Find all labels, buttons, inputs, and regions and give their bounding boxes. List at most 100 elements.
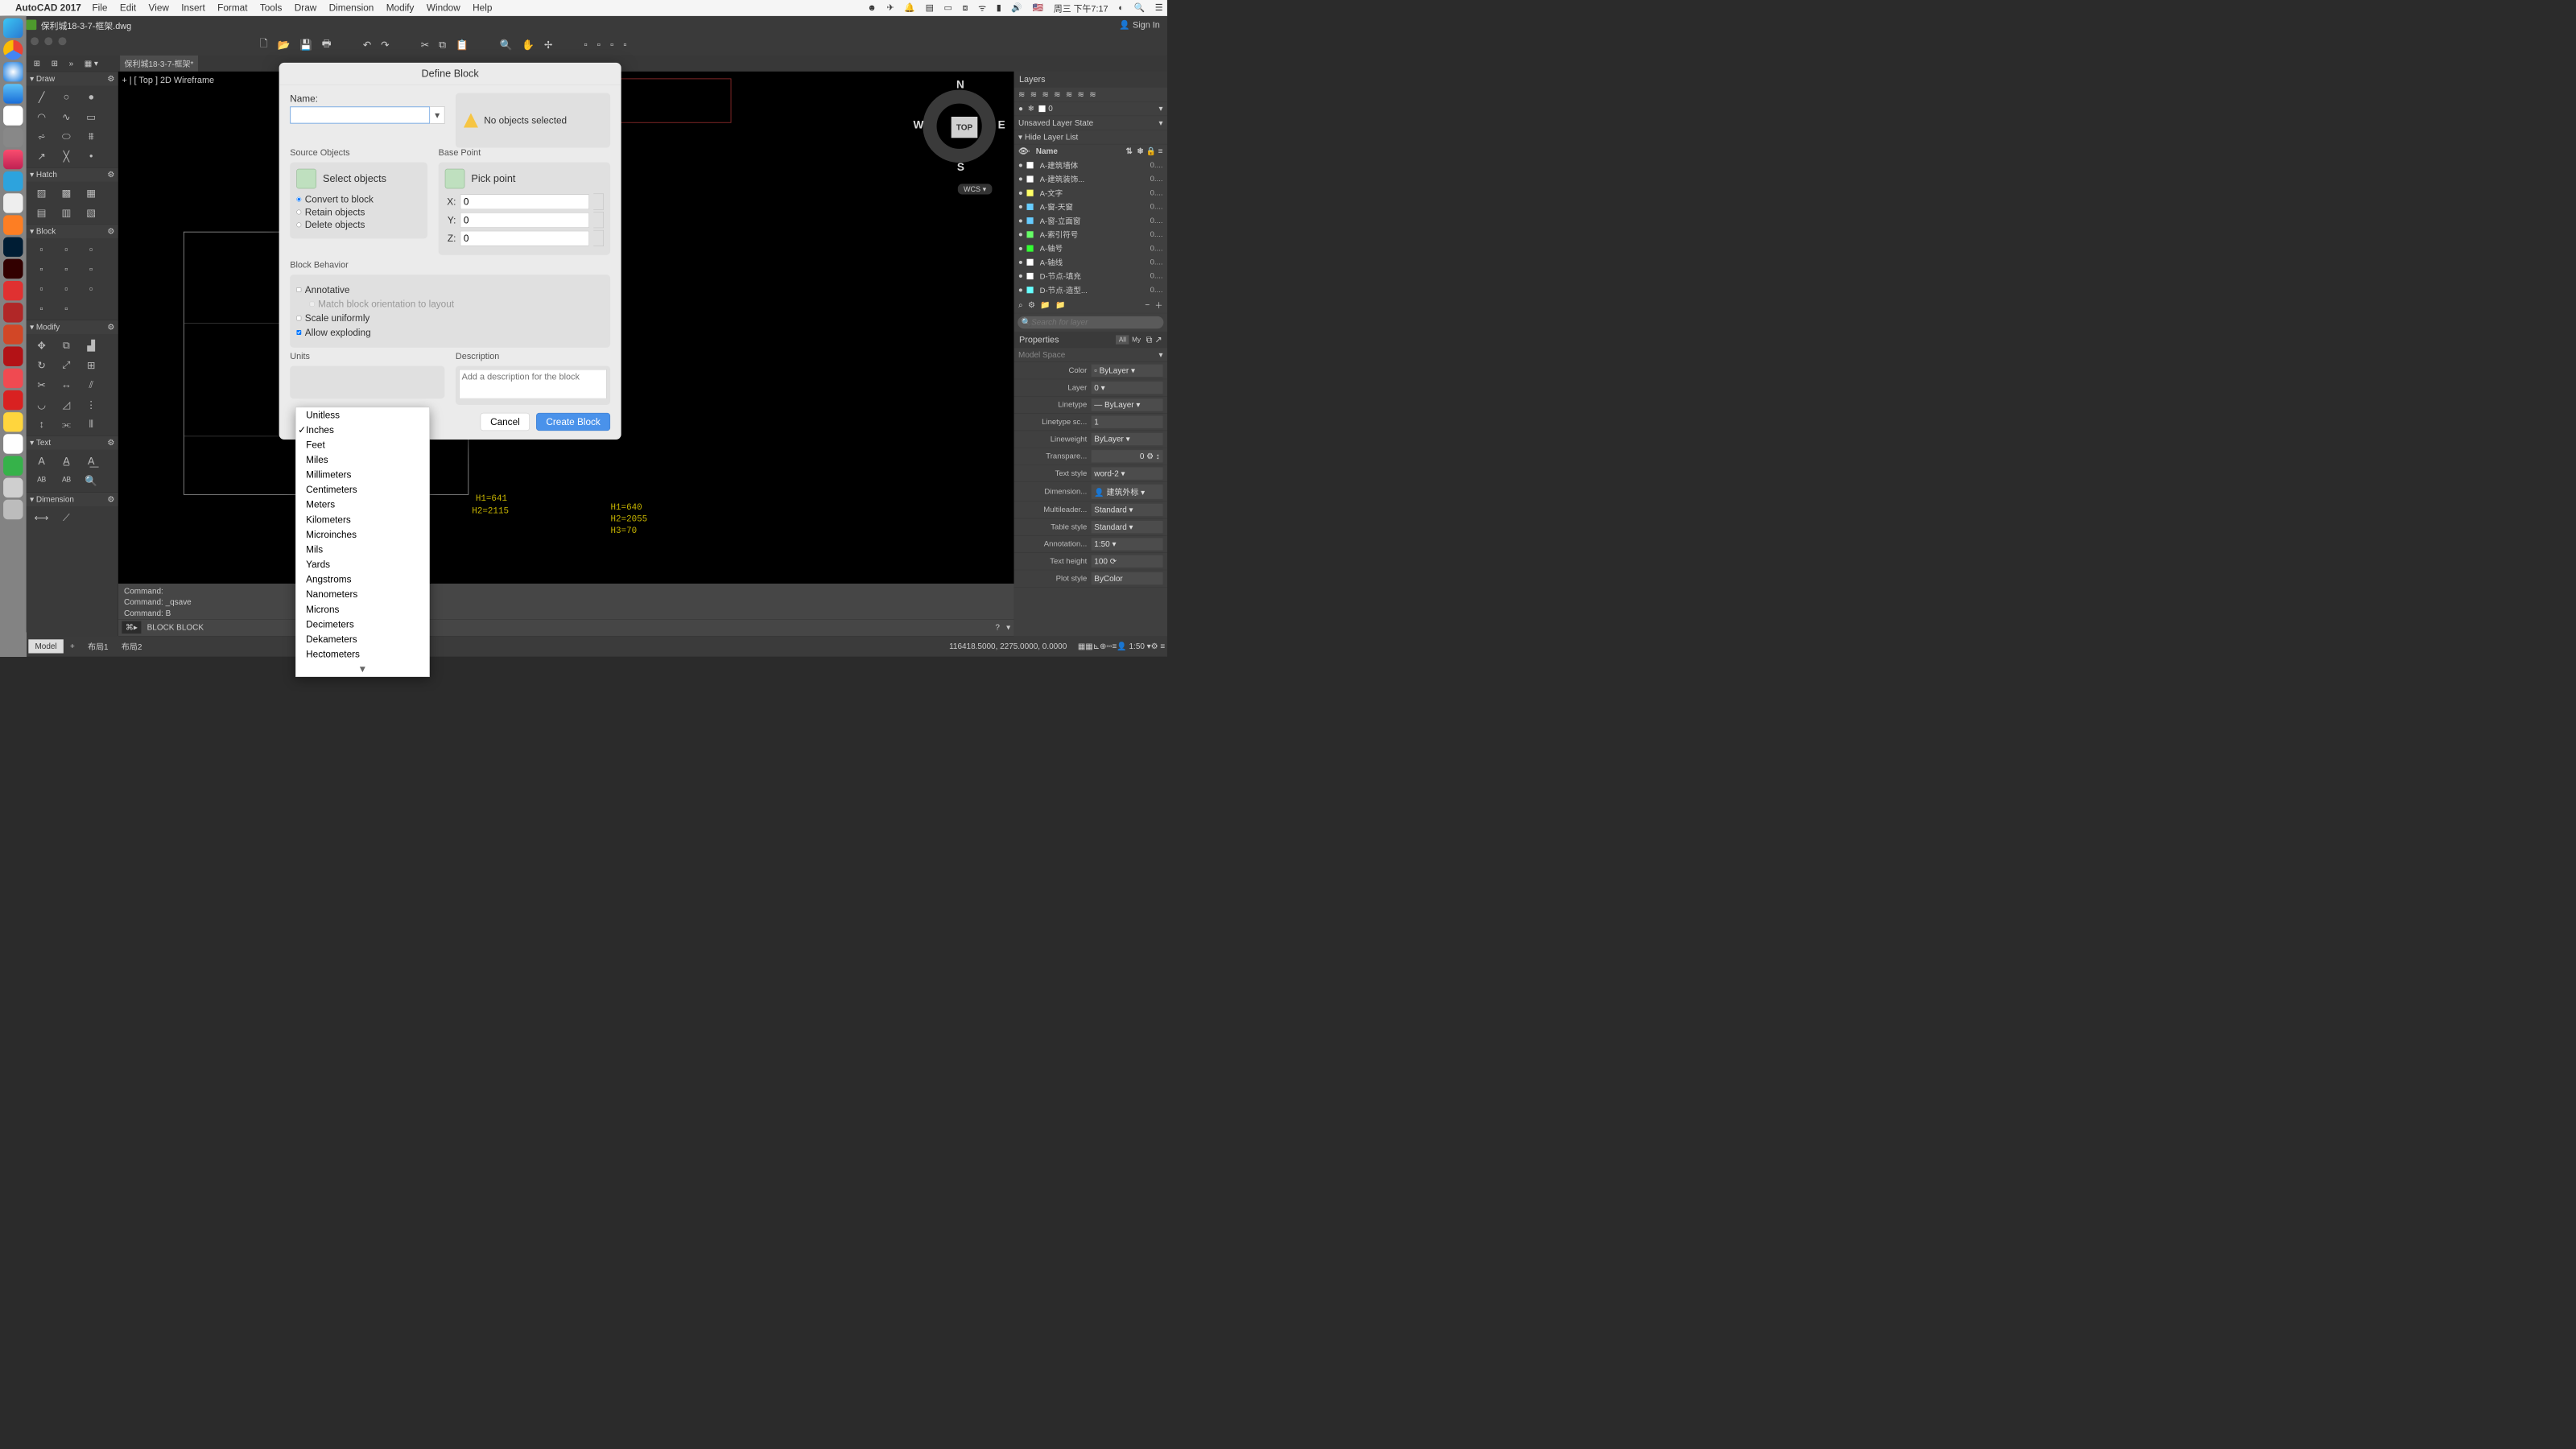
units-option[interactable]: Dekameters bbox=[295, 632, 429, 647]
offset-tool[interactable]: ⫽ bbox=[81, 378, 101, 393]
cancel-button[interactable]: Cancel bbox=[481, 413, 530, 431]
hatch-tool[interactable]: ▨ bbox=[31, 185, 52, 200]
units-option[interactable]: Meters bbox=[295, 497, 429, 513]
min-dot[interactable] bbox=[44, 37, 52, 45]
gradient-tool[interactable]: ▩ bbox=[56, 185, 76, 200]
prop-multileader[interactable]: Standard ▾ bbox=[1092, 504, 1163, 516]
polyline-tool[interactable]: ⩫ bbox=[31, 129, 52, 144]
xref-icon[interactable]: ▫ bbox=[610, 39, 614, 50]
align-tool[interactable]: ⫴ bbox=[81, 416, 101, 431]
layer-item[interactable]: ●D-节点-填充0.... bbox=[1014, 269, 1167, 283]
name-dropdown-button[interactable]: ▾ bbox=[430, 106, 444, 123]
fill-tool[interactable]: ▥ bbox=[56, 205, 76, 221]
palette-text-head[interactable]: ▾Text⚙ bbox=[27, 436, 118, 449]
view-controls[interactable]: + | [ Top ] 2D Wireframe bbox=[122, 75, 214, 85]
paste-icon[interactable]: 📋 bbox=[456, 39, 469, 51]
units-option[interactable]: Angstroms bbox=[295, 572, 429, 587]
dock-mail[interactable] bbox=[3, 84, 23, 103]
dock-safari[interactable] bbox=[3, 62, 23, 81]
extend-tool[interactable]: ↔ bbox=[56, 378, 76, 393]
file-tab[interactable]: 保利城18-3-7-框架* bbox=[120, 56, 198, 72]
polar-icon[interactable]: ⊕ bbox=[1100, 642, 1106, 651]
palette-draw-head[interactable]: ▾Draw⚙ bbox=[27, 72, 118, 85]
radio-convert[interactable] bbox=[296, 197, 301, 202]
ortho-icon[interactable]: ⊾ bbox=[1093, 642, 1100, 651]
pt-tool[interactable]: • bbox=[81, 148, 101, 163]
sphere-tool[interactable]: ● bbox=[81, 89, 101, 105]
copy-icon[interactable]: ⧉ bbox=[439, 39, 446, 51]
cut-icon[interactable]: ✂ bbox=[421, 39, 430, 51]
units-option[interactable]: Nanometers bbox=[295, 587, 429, 602]
pick-point-button[interactable]: Pick point bbox=[445, 169, 604, 188]
units-option[interactable]: Decimeters bbox=[295, 617, 429, 632]
join-tool[interactable]: ⫘ bbox=[56, 416, 76, 431]
boundary-tool[interactable]: ▦ bbox=[81, 185, 101, 200]
menu-view[interactable]: View bbox=[149, 2, 169, 14]
visibility-icon[interactable]: ● bbox=[1018, 104, 1023, 114]
freeze-icon[interactable]: ❄ bbox=[1137, 147, 1143, 156]
layer-tool-icon[interactable]: ≋ bbox=[1018, 89, 1025, 99]
dock-autocad[interactable] bbox=[3, 346, 23, 365]
copy-tool[interactable]: ⧉ bbox=[56, 338, 76, 353]
palette-hatch-head[interactable]: ▾Hatch⚙ bbox=[27, 167, 118, 181]
prop-textstyle[interactable]: word-2 ▾ bbox=[1092, 467, 1163, 479]
dock-explorer[interactable] bbox=[3, 215, 23, 234]
block-icon[interactable]: ▫ bbox=[584, 39, 588, 50]
open-icon[interactable]: 📂 bbox=[278, 39, 291, 51]
menu-format[interactable]: Format bbox=[217, 2, 247, 14]
ungroup-tool[interactable]: ▫ bbox=[56, 301, 76, 316]
prop-tablestyle[interactable]: Standard ▾ bbox=[1092, 521, 1163, 533]
units-more-icon[interactable]: ▼ bbox=[295, 662, 429, 677]
zoom-icon[interactable]: 🔍 bbox=[500, 39, 513, 51]
layer-item[interactable]: ●A-轴线0.... bbox=[1014, 255, 1167, 269]
dock-qq[interactable] bbox=[3, 434, 23, 453]
units-option[interactable]: Mils bbox=[295, 542, 429, 557]
status-icon[interactable]: ☻ bbox=[867, 2, 876, 13]
navcube-w[interactable]: W bbox=[914, 119, 924, 131]
dock-baidu[interactable] bbox=[3, 281, 23, 300]
sort-icon[interactable]: ⇅ bbox=[1125, 147, 1132, 156]
prop-transparency[interactable]: 0 ⚙ ↕ bbox=[1092, 450, 1163, 462]
hide-layer-list[interactable]: Hide Layer List bbox=[1025, 132, 1078, 142]
array-tool[interactable]: ⊞ bbox=[81, 357, 101, 373]
tab-add[interactable]: + bbox=[64, 639, 81, 653]
menu-file[interactable]: File bbox=[92, 2, 107, 14]
folder-icon[interactable]: 📁 bbox=[1040, 300, 1050, 310]
x-stepper[interactable] bbox=[593, 194, 604, 210]
description-input[interactable] bbox=[459, 369, 606, 398]
prop-lineweight[interactable]: ByLayer ▾ bbox=[1092, 433, 1163, 445]
dock-calendar[interactable] bbox=[3, 105, 23, 125]
field-tool[interactable]: 🔍 bbox=[81, 473, 101, 489]
expand-icon[interactable]: ↗ bbox=[1154, 334, 1162, 345]
arc-tool[interactable]: ◠ bbox=[31, 109, 52, 124]
insert-icon[interactable]: ▫ bbox=[597, 39, 601, 50]
chk-annotative[interactable] bbox=[296, 287, 301, 292]
menu-tools[interactable]: Tools bbox=[260, 2, 283, 14]
move-tool[interactable]: ✥ bbox=[31, 338, 52, 353]
layer-item[interactable]: ●A-建筑装饰...0.... bbox=[1014, 172, 1167, 186]
layer-find-icon[interactable]: ⌕ bbox=[1018, 300, 1023, 310]
caret-icon[interactable]: ▾ bbox=[1018, 132, 1022, 142]
layer-settings-icon[interactable]: ⚙ bbox=[1028, 300, 1035, 310]
layer-item[interactable]: ●A-窗-立面窗0.... bbox=[1014, 214, 1167, 228]
units-option[interactable]: Microinches bbox=[295, 527, 429, 543]
select-objects-button[interactable]: Select objects bbox=[296, 169, 421, 188]
layer-search-input[interactable] bbox=[1031, 318, 1160, 328]
ray-tool[interactable]: ↗ bbox=[31, 148, 52, 163]
spell-tool[interactable]: ᴬᴮ bbox=[31, 473, 52, 489]
prop-layer[interactable]: 0 ▾ bbox=[1092, 382, 1163, 394]
disk-icon[interactable]: ▤ bbox=[926, 2, 934, 13]
rect-tool[interactable]: ▭ bbox=[81, 109, 101, 124]
navcube-n[interactable]: N bbox=[956, 79, 964, 91]
plus-icon[interactable]: ＋ bbox=[1155, 299, 1163, 311]
circle-tool[interactable]: ○ bbox=[56, 89, 76, 105]
palette-block-head[interactable]: ▾Block⚙ bbox=[27, 225, 118, 238]
navcube-top[interactable]: TOP bbox=[952, 117, 978, 138]
max-dot[interactable] bbox=[58, 37, 66, 45]
menu-help[interactable]: Help bbox=[473, 2, 492, 14]
units-option[interactable]: Yards bbox=[295, 557, 429, 572]
workspace-switch2[interactable]: ⊞ bbox=[47, 57, 61, 69]
layer-item[interactable]: ●A-轴号0.... bbox=[1014, 242, 1167, 255]
layer-tool-icon[interactable]: ≋ bbox=[1066, 89, 1072, 99]
explode-tool[interactable]: ▫ bbox=[81, 281, 101, 296]
